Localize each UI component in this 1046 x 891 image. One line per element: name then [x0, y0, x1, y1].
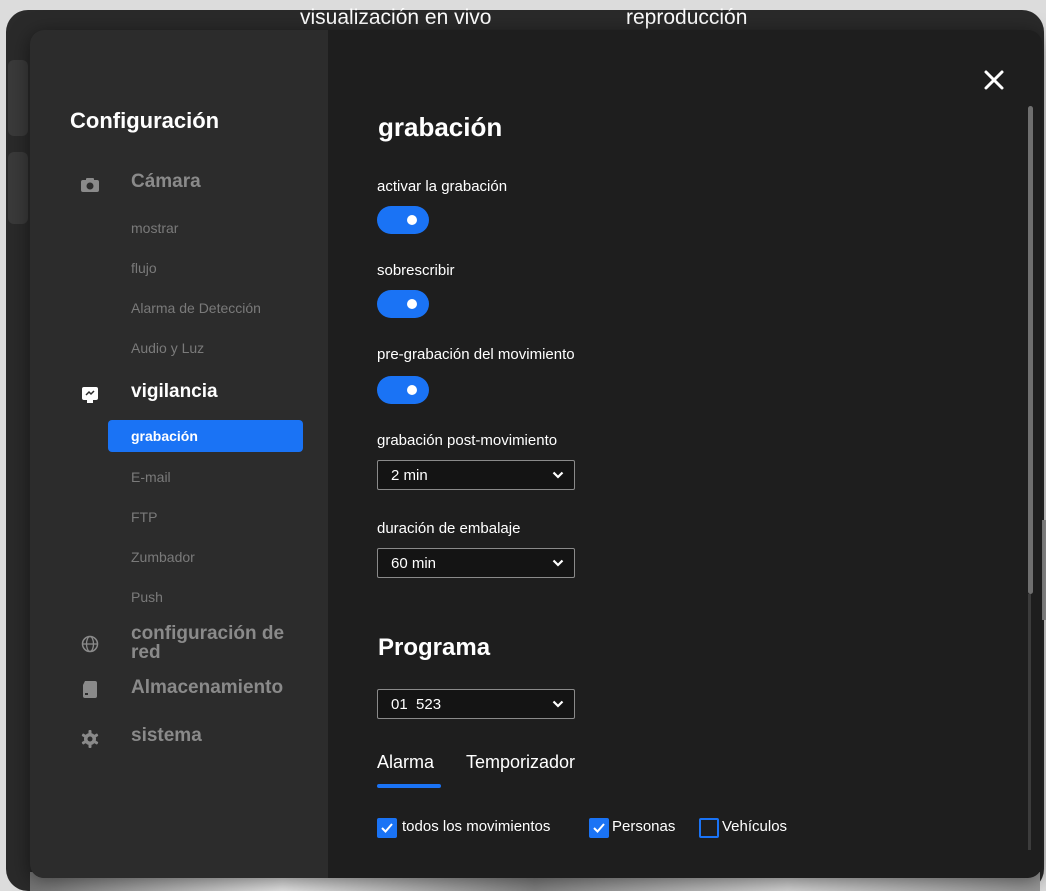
- all-motion-label: todos los movimientos: [402, 818, 551, 835]
- globe-icon: [81, 635, 99, 653]
- sidebar-section-system[interactable]: sistema: [30, 724, 328, 754]
- sidebar-item-buzzer[interactable]: Zumbador: [108, 541, 303, 573]
- checkmark-icon: [381, 823, 393, 833]
- vehicles-label: Vehículos: [722, 818, 788, 835]
- pre-recording-label: pre-grabación del movimiento: [377, 346, 575, 363]
- background-left-panel: [8, 152, 28, 224]
- tab-timer[interactable]: Temporizador: [466, 752, 575, 773]
- sidebar-item-label: Audio y Luz: [131, 340, 205, 356]
- vehicles-checkbox[interactable]: [699, 818, 719, 838]
- gear-icon: [81, 730, 99, 748]
- sd-card-icon: [83, 681, 97, 698]
- sidebar-section-label: configuración de red: [131, 623, 285, 663]
- post-motion-select[interactable]: 2 min: [377, 460, 575, 490]
- schedule-title: Programa: [378, 634, 491, 661]
- overwrite-label: sobrescribir: [377, 262, 455, 279]
- schedule-value: 01 523: [391, 696, 442, 713]
- sidebar-item-detection-alarm[interactable]: Alarma de Detección: [108, 292, 303, 324]
- sidebar-section-label: Almacenamiento: [131, 677, 284, 698]
- sidebar-section-camera[interactable]: Cámara: [30, 170, 328, 200]
- tab-live-view[interactable]: visualización en vivo: [300, 6, 491, 30]
- sidebar-item-label: Push: [131, 589, 163, 605]
- overwrite-toggle[interactable]: [377, 290, 429, 318]
- all-motion-checkbox[interactable]: [377, 818, 397, 838]
- settings-dialog: Configuración Cámara mostrar flujo Alarm…: [30, 30, 1042, 878]
- sidebar-item-recording[interactable]: grabación: [108, 420, 303, 452]
- scrollbar-thumb[interactable]: [1028, 106, 1033, 594]
- sidebar-item-stream[interactable]: flujo: [108, 252, 303, 284]
- sidebar-item-display[interactable]: mostrar: [108, 212, 303, 244]
- background-left-panel: [8, 60, 28, 136]
- sidebar-item-label: mostrar: [131, 220, 179, 236]
- chevron-down-icon: [552, 559, 564, 567]
- sidebar-item-label: Alarma de Detección: [131, 300, 261, 316]
- camera-icon: [81, 178, 99, 192]
- sidebar-section-label: vigilancia: [131, 381, 218, 402]
- monitor-icon: [82, 387, 98, 403]
- sidebar-item-label: flujo: [131, 260, 157, 276]
- chevron-down-icon: [552, 700, 564, 708]
- pack-duration-select[interactable]: 60 min: [377, 548, 575, 578]
- sidebar-item-push[interactable]: Push: [108, 581, 303, 613]
- sidebar-item-label: FTP: [131, 509, 158, 525]
- page-title: grabación: [378, 112, 503, 142]
- sidebar-section-storage[interactable]: Almacenamiento: [30, 676, 328, 706]
- enable-recording-toggle[interactable]: [377, 206, 429, 234]
- sidebar-section-network[interactable]: configuración de red: [30, 622, 328, 666]
- sidebar-item-label: E-mail: [131, 469, 171, 485]
- persons-checkbox[interactable]: [589, 818, 609, 838]
- chevron-down-icon: [552, 471, 564, 479]
- pre-recording-toggle[interactable]: [377, 376, 429, 404]
- scrollbar-track[interactable]: [1028, 594, 1031, 850]
- persons-label: Personas: [612, 818, 676, 835]
- pack-duration-value: 60 min: [391, 555, 437, 572]
- sidebar-item-ftp[interactable]: FTP: [108, 501, 303, 533]
- sidebar-item-email[interactable]: E-mail: [108, 461, 303, 493]
- sidebar-section-label: Cámara: [131, 171, 201, 192]
- settings-sidebar: Configuración Cámara mostrar flujo Alarm…: [30, 30, 328, 878]
- sidebar-section-label: sistema: [131, 725, 202, 746]
- active-tab-indicator: [377, 784, 441, 788]
- post-motion-value: 2 min: [391, 467, 428, 484]
- sidebar-item-audio-light[interactable]: Audio y Luz: [108, 332, 303, 364]
- pack-duration-label: duración de embalaje: [377, 520, 521, 537]
- close-icon: [984, 70, 1004, 90]
- sidebar-item-label: Zumbador: [131, 549, 195, 565]
- enable-recording-label: activar la grabación: [377, 178, 508, 195]
- close-button[interactable]: [980, 66, 1008, 94]
- post-motion-label: grabación post-movimiento: [377, 432, 558, 449]
- tab-alarm[interactable]: Alarma: [377, 752, 434, 773]
- schedule-select[interactable]: 01 523: [377, 689, 575, 719]
- sidebar-section-surveillance[interactable]: vigilancia: [30, 380, 328, 410]
- sidebar-title: Configuración: [70, 108, 220, 133]
- sidebar-item-label: grabación: [131, 428, 198, 444]
- tab-playback[interactable]: reproducción: [626, 6, 747, 30]
- checkmark-icon: [593, 823, 605, 833]
